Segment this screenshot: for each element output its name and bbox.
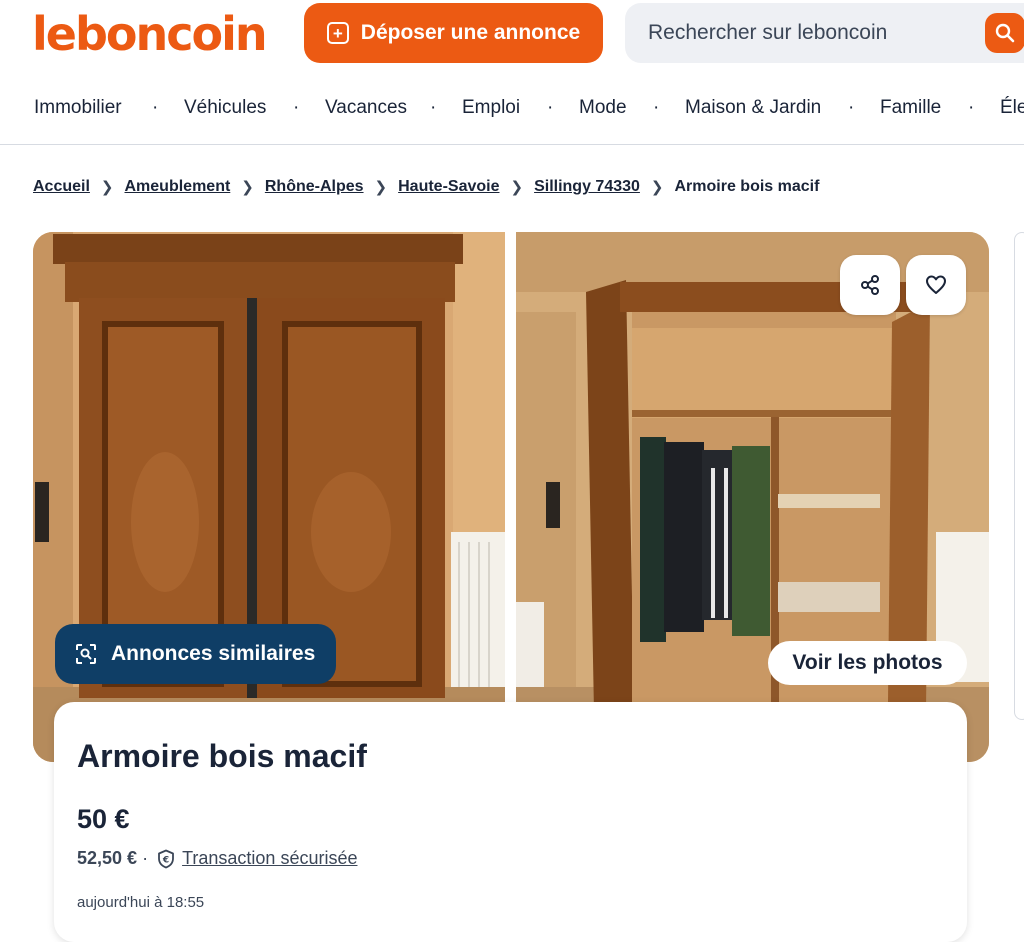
similar-listings-button[interactable]: Annonces similaires [55,624,336,684]
breadcrumb-sillingy[interactable]: Sillingy 74330 [534,178,640,196]
nav-separator: · [430,97,437,118]
listing-date: aujourd'hui à 18:55 [77,894,205,911]
search-icon [995,23,1015,43]
nav-item-maison-jardin[interactable]: Maison & Jardin [685,97,821,119]
leboncoin-logo[interactable]: leboncoin [32,6,268,62]
breadcrumb-current: Armoire bois macif [674,178,820,195]
nav-separator: · [152,97,159,118]
chevron-right-icon: ❯ [650,179,664,196]
nav-separator: · [293,97,300,118]
image-search-icon [76,644,96,664]
breadcrumb-accueil[interactable]: Accueil [33,178,90,196]
nav-separator: · [547,97,554,118]
svg-text:€: € [162,855,169,865]
chevron-right-icon: ❯ [374,179,388,196]
see-photos-button[interactable]: Voir les photos [768,641,967,685]
favorite-button[interactable] [906,255,966,315]
search-input[interactable]: Rechercher sur leboncoin [625,3,1024,63]
post-ad-button[interactable]: + Déposer une annonce [304,3,603,63]
plus-icon: + [326,22,349,44]
secure-transaction-link[interactable]: Transaction sécurisée [182,848,357,869]
heart-icon [926,275,946,294]
chevron-right-icon: ❯ [510,179,524,196]
breadcrumb-haute-savoie[interactable]: Haute-Savoie [398,178,499,196]
listing-title: Armoire bois macif [77,738,367,774]
nav-item-vacances[interactable]: Vacances [325,97,407,119]
nav-item-vehicules[interactable]: Véhicules [184,97,266,119]
nav-item-mode[interactable]: Mode [579,97,627,119]
post-ad-label: Déposer une annonce [360,21,581,44]
nav-separator: · [968,97,975,118]
price-details: 52,50 € · € Transaction sécurisée [77,848,357,869]
separator-dot: · [142,848,149,868]
nav-separator: · [653,97,660,118]
chevron-right-icon: ❯ [241,179,254,196]
share-icon [861,275,879,295]
breadcrumb: Accueil ❯ Ameublement ❯ Rhône-Alpes ❯ Ha… [33,178,819,196]
nav-item-immobilier[interactable]: Immobilier [34,97,122,119]
nav-item-famille[interactable]: Famille [880,97,941,119]
price-with-fees: 52,50 € [77,848,138,868]
breadcrumb-rhone-alpes[interactable]: Rhône-Alpes [265,178,364,196]
search-button[interactable] [985,13,1024,53]
nav-separator: · [848,97,855,118]
listing-price: 50 € [77,804,130,834]
share-button[interactable] [840,255,900,315]
next-gallery-panel [1014,232,1024,720]
breadcrumb-ameublement[interactable]: Ameublement [125,178,231,196]
similar-listings-label: Annonces similaires [111,642,316,665]
category-nav: Immobilier · Véhicules · Vacances · Empl… [0,84,1024,145]
secure-euro-shield-icon: € [158,849,174,868]
listing-summary-card: Armoire bois macif 50 € 52,50 € · € Tran… [54,702,967,942]
chevron-right-icon: ❯ [100,179,114,196]
nav-item-emploi[interactable]: Emploi [462,97,520,119]
nav-item-electronique[interactable]: Éle [1000,97,1024,119]
search-placeholder: Rechercher sur leboncoin [648,21,888,44]
see-photos-label: Voir les photos [792,651,943,674]
